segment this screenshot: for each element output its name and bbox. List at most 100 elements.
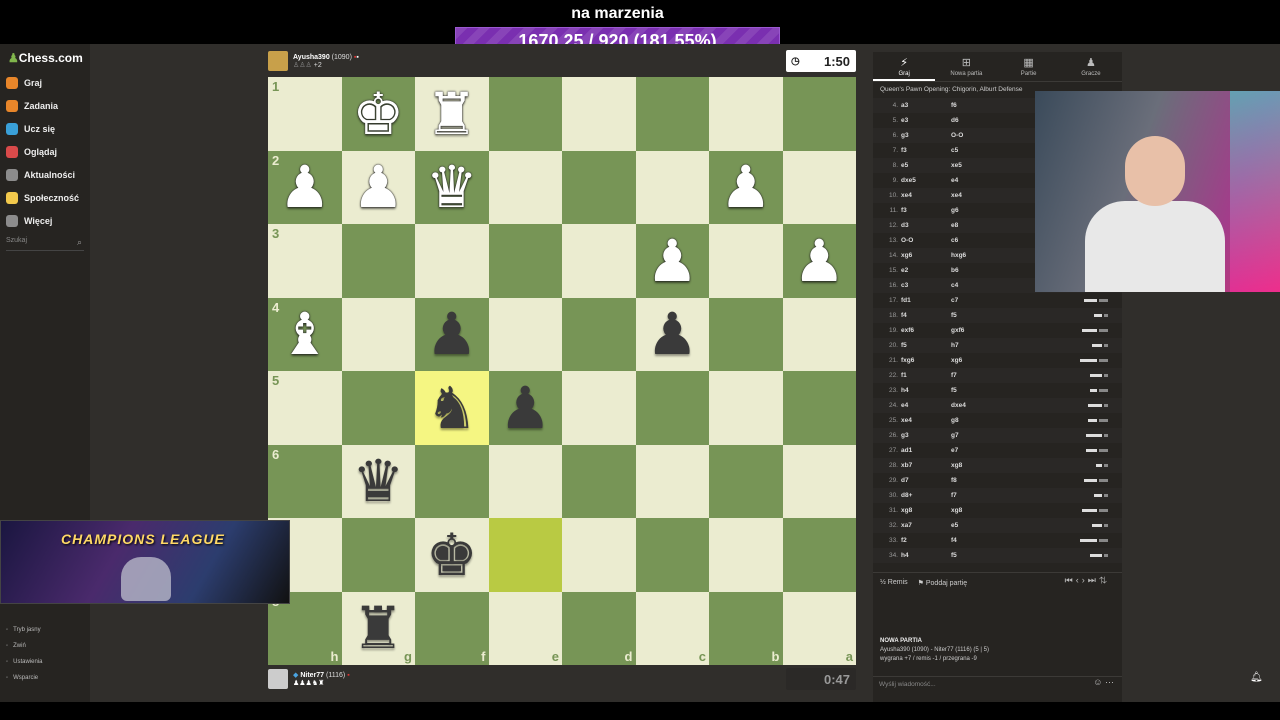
black-move[interactable]: dxe4: [951, 402, 1001, 409]
square-c8[interactable]: c: [635, 591, 709, 665]
chess-piece[interactable]: ♜: [415, 77, 489, 151]
square-g5[interactable]: [341, 371, 415, 445]
black-move[interactable]: c4: [951, 282, 1001, 289]
square-e2[interactable]: [488, 150, 562, 224]
chess-piece[interactable]: ♟: [489, 371, 563, 445]
bottom-player-name[interactable]: Niter77: [300, 672, 324, 679]
tab-2[interactable]: ▦ Partie: [998, 52, 1060, 81]
black-move[interactable]: c7: [951, 297, 1001, 304]
sidebar-item-3[interactable]: Oglądaj: [6, 143, 57, 161]
chess-piece[interactable]: ♛: [415, 151, 489, 225]
black-move[interactable]: g7: [951, 432, 1001, 439]
square-a1[interactable]: [782, 77, 856, 151]
black-move[interactable]: f6: [951, 102, 1001, 109]
chess-piece[interactable]: ♚: [415, 518, 489, 592]
white-move[interactable]: d8+: [901, 492, 951, 499]
square-c7[interactable]: [635, 518, 709, 592]
white-move[interactable]: f5: [901, 342, 951, 349]
black-move[interactable]: xe4: [951, 192, 1001, 199]
white-move[interactable]: g3: [901, 432, 951, 439]
white-move[interactable]: xe4: [901, 192, 951, 199]
white-move[interactable]: xa7: [901, 522, 951, 529]
white-move[interactable]: dxe5: [901, 177, 951, 184]
square-g7[interactable]: [341, 518, 415, 592]
sidebar-bottom-item-3[interactable]: ◦ Wsparcie: [6, 675, 38, 681]
square-f6[interactable]: [415, 444, 489, 518]
square-e8[interactable]: e: [488, 591, 562, 665]
white-move[interactable]: f4: [901, 312, 951, 319]
chess-piece[interactable]: ♚: [342, 77, 416, 151]
square-e4[interactable]: [488, 297, 562, 371]
sidebar-item-5[interactable]: Społeczność: [6, 189, 79, 207]
square-c1[interactable]: [635, 77, 709, 151]
sidebar-item-2[interactable]: Ucz się: [6, 120, 55, 138]
sidebar-item-1[interactable]: Zadania: [6, 97, 58, 115]
square-d5[interactable]: [562, 371, 636, 445]
square-b1[interactable]: [709, 77, 783, 151]
chess-piece[interactable]: ♛: [342, 445, 416, 519]
black-move[interactable]: c6: [951, 237, 1001, 244]
square-d6[interactable]: [562, 444, 636, 518]
square-c2[interactable]: [635, 150, 709, 224]
chess-piece[interactable]: ♝: [268, 298, 342, 372]
tab-3[interactable]: ♟ Gracze: [1060, 52, 1122, 81]
resign-button[interactable]: ⚑ Poddaj partię: [918, 579, 968, 587]
sidebar-item-6[interactable]: Więcej: [6, 212, 52, 230]
new-game-players[interactable]: Ayusha390 (1090) - Niter77 (1116) (5 | 5…: [880, 646, 989, 655]
square-e7[interactable]: [488, 518, 562, 592]
white-move[interactable]: c3: [901, 282, 951, 289]
black-move[interactable]: d6: [951, 117, 1001, 124]
square-a6[interactable]: [782, 444, 856, 518]
flip-board-icon[interactable]: ⇅: [1099, 575, 1110, 585]
chess-piece[interactable]: ♟: [783, 224, 857, 298]
search-input[interactable]: Szukaj ⌕: [6, 237, 84, 251]
black-move[interactable]: hxg6: [951, 252, 1001, 259]
white-move[interactable]: xg6: [901, 252, 951, 259]
white-move[interactable]: f3: [901, 207, 951, 214]
white-move[interactable]: exf6: [901, 327, 951, 334]
search-icon[interactable]: ⌕: [77, 237, 82, 248]
white-move[interactable]: f1: [901, 372, 951, 379]
black-move[interactable]: O-O: [951, 132, 1001, 139]
sidebar-item-4[interactable]: Aktualności: [6, 166, 75, 184]
square-b4[interactable]: [709, 297, 783, 371]
black-move[interactable]: xg8: [951, 507, 1001, 514]
black-move[interactable]: c5: [951, 147, 1001, 154]
white-move[interactable]: fxg6: [901, 357, 951, 364]
white-move[interactable]: ad1: [901, 447, 951, 454]
black-move[interactable]: f7: [951, 372, 1001, 379]
chess-board[interactable]: 12345678hgfedcba♚♜♟♟♛♟♟♟♝♟♟♞♟♛♚♜: [268, 77, 856, 665]
draw-button[interactable]: ½ Remis: [880, 579, 908, 586]
square-h3[interactable]: 3: [268, 224, 342, 298]
black-move[interactable]: xe5: [951, 162, 1001, 169]
square-c6[interactable]: [635, 444, 709, 518]
tab-0[interactable]: ⚡︎ Graj: [873, 52, 936, 81]
black-move[interactable]: g8: [951, 417, 1001, 424]
white-move[interactable]: xg8: [901, 507, 951, 514]
square-d4[interactable]: [562, 297, 636, 371]
sidebar-bottom-item-1[interactable]: ◦ Zwiń: [6, 643, 26, 649]
square-f3[interactable]: [415, 224, 489, 298]
square-a2[interactable]: [782, 150, 856, 224]
avatar[interactable]: [268, 51, 288, 71]
white-move[interactable]: e2: [901, 267, 951, 274]
black-move[interactable]: b6: [951, 267, 1001, 274]
square-a4[interactable]: [782, 297, 856, 371]
white-move[interactable]: f2: [901, 537, 951, 544]
square-g4[interactable]: [341, 297, 415, 371]
black-move[interactable]: f7: [951, 492, 1001, 499]
emoji-icon[interactable]: ☺ ⋯: [1093, 677, 1114, 688]
white-move[interactable]: e4: [901, 402, 951, 409]
square-b6[interactable]: [709, 444, 783, 518]
black-move[interactable]: f5: [951, 387, 1001, 394]
square-d2[interactable]: [562, 150, 636, 224]
chess-piece[interactable]: ♟: [415, 298, 489, 372]
chess-piece[interactable]: ♟: [342, 151, 416, 225]
white-move[interactable]: xe4: [901, 417, 951, 424]
white-move[interactable]: O-O: [901, 237, 951, 244]
chess-piece[interactable]: ♟: [709, 151, 783, 225]
sidebar-bottom-item-2[interactable]: ◦ Ustawienia: [6, 659, 43, 665]
white-move[interactable]: h4: [901, 387, 951, 394]
chess-com-logo[interactable]: ♟Chess.com: [8, 51, 83, 65]
square-e1[interactable]: [488, 77, 562, 151]
